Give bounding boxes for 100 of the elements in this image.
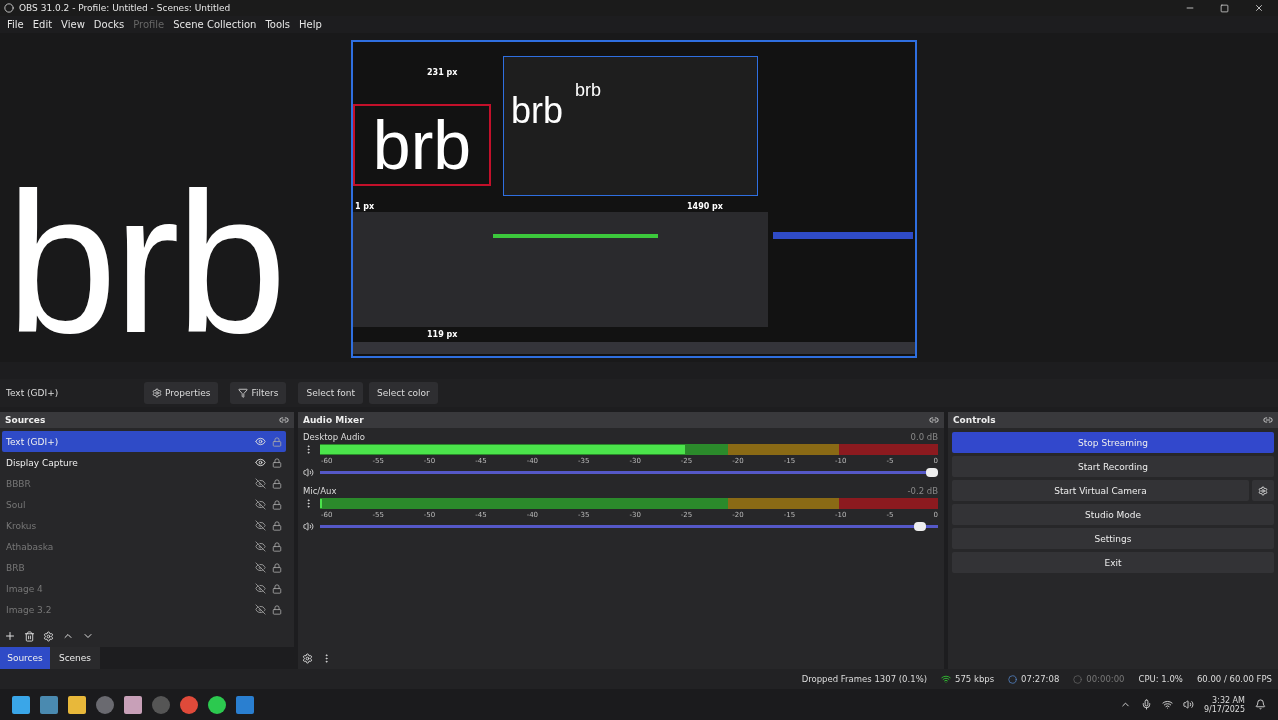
lock-icon[interactable] <box>272 457 282 468</box>
context-button[interactable]: Properties <box>144 382 219 404</box>
taskbar-app-icon[interactable] <box>40 695 58 714</box>
add-icon[interactable] <box>4 630 16 642</box>
channel-name: Mic/Aux <box>303 486 337 496</box>
speaker-icon[interactable] <box>303 521 314 532</box>
menu-item[interactable]: File <box>3 19 28 30</box>
volume-slider[interactable] <box>320 471 938 474</box>
lock-icon[interactable] <box>272 520 282 531</box>
eye-crossed-icon[interactable] <box>255 604 266 615</box>
context-button[interactable]: Filters <box>230 382 287 404</box>
db-reading: -0.2 dB <box>907 486 938 496</box>
signal-icon <box>941 674 952 684</box>
text-selection-box: brb <box>353 104 491 186</box>
selected-source-label: Text (GDI+) <box>6 388 60 398</box>
eye-crossed-icon[interactable] <box>255 499 266 510</box>
dock-title: Controls <box>953 415 996 425</box>
source-name: Krokus <box>6 520 38 531</box>
eye-crossed-icon[interactable] <box>255 520 266 531</box>
settings-icon[interactable] <box>43 630 54 642</box>
settings-button[interactable] <box>1252 480 1274 501</box>
taskbar-app-icon[interactable] <box>96 695 114 714</box>
control-button[interactable]: Stop Streaming <box>952 432 1274 453</box>
eye-crossed-icon[interactable] <box>255 478 266 489</box>
source-item[interactable]: Text (GDI+) <box>2 431 286 452</box>
source-name: Soul <box>6 499 27 510</box>
lock-icon[interactable] <box>272 562 282 573</box>
cpu-usage: CPU: 1.0% <box>1138 674 1183 684</box>
control-button[interactable]: Studio Mode <box>952 504 1274 525</box>
clock-date: 9/17/2025 <box>1203 704 1245 714</box>
folder-icon[interactable] <box>68 695 86 714</box>
menu-item[interactable]: Tools <box>261 19 295 30</box>
context-button[interactable]: Select font <box>298 382 363 404</box>
lock-icon[interactable] <box>272 499 282 510</box>
menu-item[interactable]: Edit <box>28 19 57 30</box>
control-button[interactable]: Start Recording <box>952 456 1274 477</box>
dock-tab[interactable]: Sources <box>0 647 50 669</box>
browser-icon[interactable] <box>180 695 198 714</box>
source-name: BRB <box>6 562 26 573</box>
nested-preview-text: brb <box>511 90 564 132</box>
lock-icon[interactable] <box>272 436 282 447</box>
distance-label: 231 px <box>427 68 458 77</box>
distance-label: 1 px <box>355 202 375 211</box>
eye-crossed-icon[interactable] <box>255 562 266 573</box>
preview-text: brb <box>5 150 285 362</box>
dock-title: Audio Mixer <box>303 415 364 425</box>
distance-label: 119 px <box>427 330 458 339</box>
eye-icon[interactable] <box>255 457 266 468</box>
app-logo-icon <box>4 3 14 13</box>
source-name: Display Capture <box>6 457 79 468</box>
record-icon <box>1073 674 1083 684</box>
maximize-icon[interactable] <box>1220 3 1229 13</box>
menu-item[interactable]: Docks <box>89 19 129 30</box>
source-name: Image 3.2 <box>6 604 53 615</box>
dock-tab[interactable]: Scenes <box>50 647 100 669</box>
record-time: 00:00:00 <box>1086 674 1125 684</box>
eye-icon[interactable] <box>255 436 266 447</box>
start-icon[interactable] <box>12 695 30 714</box>
source-item[interactable]: Display Capture <box>2 452 286 473</box>
taskbar-app-icon[interactable] <box>236 695 254 714</box>
source-name: Text (GDI+) <box>6 436 60 447</box>
taskbar-app-icon[interactable] <box>124 695 142 714</box>
context-button[interactable]: Select color <box>369 382 438 404</box>
control-button[interactable]: Exit <box>952 552 1274 573</box>
bitrate: 575 kbps <box>955 674 995 684</box>
menu-item[interactable]: Scene Collection <box>169 19 261 30</box>
speaker-icon[interactable] <box>303 467 314 478</box>
close-icon[interactable] <box>1254 3 1264 13</box>
lock-icon[interactable] <box>272 604 282 615</box>
dropped-frames: Dropped Frames 1307 (0.1%) <box>801 674 928 684</box>
fps-reading: 60.00 / 60.00 FPS <box>1196 674 1272 684</box>
settings-icon[interactable] <box>302 652 313 664</box>
stream-icon <box>1008 674 1018 684</box>
source-name: Athabaska <box>6 541 55 552</box>
gear-icon <box>152 388 162 398</box>
speaker-icon[interactable] <box>1182 699 1194 710</box>
filter-icon <box>238 388 249 398</box>
dock-title: Sources <box>5 415 46 425</box>
trash-icon[interactable] <box>24 630 35 642</box>
eye-crossed-icon[interactable] <box>255 541 266 552</box>
clock-time: 3:32 AM <box>1212 695 1245 705</box>
volume-slider[interactable] <box>320 525 938 528</box>
source-name: Image 4 <box>6 583 44 594</box>
menu-item[interactable]: Help <box>295 19 326 30</box>
microphone-icon[interactable] <box>1140 699 1152 710</box>
notification-icon[interactable] <box>1255 699 1266 710</box>
source-name: BBBR <box>6 478 32 489</box>
gear-icon <box>1258 485 1268 496</box>
channel-name: Desktop Audio <box>303 432 365 442</box>
db-reading: 0.0 dB <box>910 432 938 442</box>
lock-icon[interactable] <box>272 478 282 489</box>
network-icon[interactable] <box>1161 699 1173 710</box>
lock-icon[interactable] <box>272 541 282 552</box>
control-button[interactable]: Settings <box>952 528 1274 549</box>
eye-crossed-icon[interactable] <box>255 583 266 594</box>
window-title: OBS 31.0.2 - Profile: Untitled - Scenes: Untitled <box>19 3 232 13</box>
menu-item[interactable]: View <box>57 19 89 30</box>
taskbar-app-icon[interactable] <box>208 695 226 714</box>
lock-icon[interactable] <box>272 583 282 594</box>
control-button[interactable]: Start Virtual Camera <box>952 480 1249 501</box>
